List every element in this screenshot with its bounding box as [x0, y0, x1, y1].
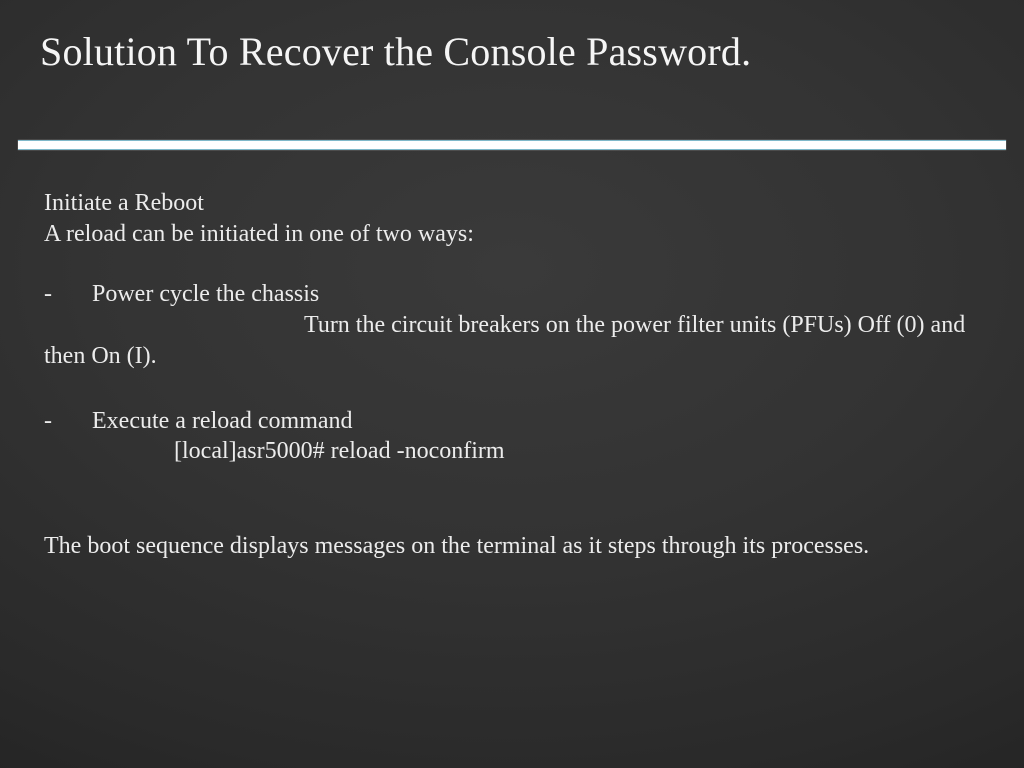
slide-body: Initiate a Reboot A reload can be initia… — [44, 188, 980, 562]
body-footer: The boot sequence displays messages on t… — [44, 531, 980, 562]
option-1-label: Power cycle the chassis — [92, 279, 980, 310]
body-line-intro: A reload can be initiated in one of two … — [44, 219, 980, 250]
option-2-label: Execute a reload command — [92, 406, 980, 437]
spacer — [44, 467, 980, 531]
spacer — [44, 372, 980, 406]
body-line-initiate: Initiate a Reboot — [44, 188, 980, 219]
bullet-dash-icon: - — [44, 406, 92, 437]
spacer — [44, 249, 980, 279]
option-2-row: - Execute a reload command — [44, 406, 980, 437]
slide-title: Solution To Recover the Console Password… — [40, 28, 751, 75]
option-1-detail-text: Turn the circuit breakers on the power f… — [44, 312, 965, 369]
option-1-row: - Power cycle the chassis — [44, 279, 980, 310]
divider-line — [18, 140, 1006, 150]
slide: Solution To Recover the Console Password… — [0, 0, 1024, 768]
option-1-detail: Turn the circuit breakers on the power f… — [44, 310, 980, 371]
bullet-dash-icon: - — [44, 279, 92, 310]
option-2-detail: [local]asr5000# reload -noconfirm — [44, 436, 980, 467]
